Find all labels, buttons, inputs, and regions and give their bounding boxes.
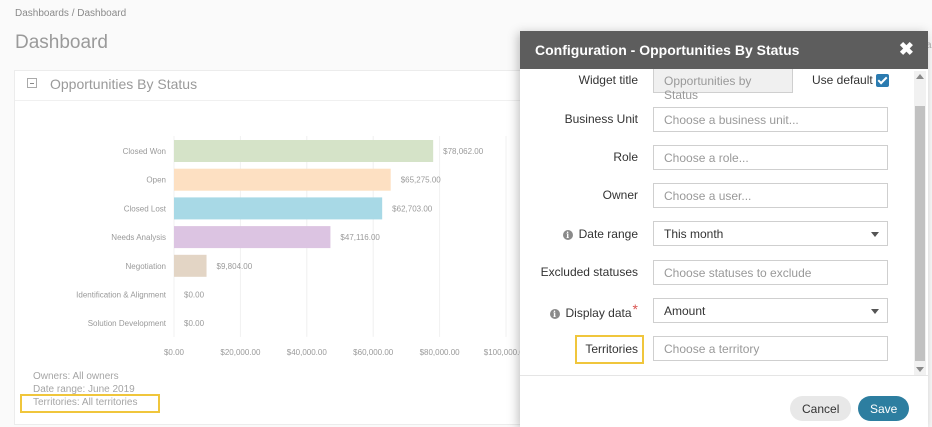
modal-body: Widget title Opportunities by Status Use… bbox=[520, 69, 928, 375]
display-data-label: Display data bbox=[565, 306, 632, 320]
info-icon[interactable]: i bbox=[562, 230, 573, 240]
date-range-label-row: i Date range bbox=[520, 227, 638, 241]
display-data-value: Amount bbox=[664, 304, 706, 318]
chevron-down-icon bbox=[871, 232, 879, 237]
excluded-statuses-select[interactable]: Choose statuses to exclude bbox=[653, 260, 888, 285]
excluded-statuses-label: Excluded statuses bbox=[540, 265, 638, 279]
chevron-down-icon bbox=[871, 309, 879, 314]
display-data-label-row: i Display data* bbox=[520, 301, 638, 320]
modal-footer: Cancel Save bbox=[520, 375, 928, 427]
info-icon[interactable]: i bbox=[549, 309, 560, 319]
business-unit-select[interactable]: Choose a business unit... bbox=[653, 107, 888, 132]
widget-header: Opportunities By Status bbox=[15, 71, 533, 101]
cancel-button[interactable]: Cancel bbox=[790, 396, 851, 421]
breadcrumb[interactable]: Dashboards / Dashboard bbox=[15, 8, 126, 19]
collapse-icon[interactable] bbox=[27, 78, 37, 88]
date-range-value: This month bbox=[664, 227, 724, 241]
role-label: Role bbox=[613, 150, 638, 164]
modal-header: Configuration - Opportunities By Status … bbox=[520, 31, 928, 69]
owner-label: Owner bbox=[602, 188, 638, 202]
owner-select[interactable]: Choose a user... bbox=[653, 183, 888, 208]
territories-footnote-highlight bbox=[20, 394, 160, 413]
business-unit-label: Business Unit bbox=[564, 112, 638, 126]
use-default-label: Use default bbox=[812, 73, 873, 87]
widget-title: Opportunities By Status bbox=[50, 76, 198, 92]
territories-label: Territories bbox=[585, 342, 638, 356]
required-marker: * bbox=[632, 301, 638, 317]
modal-scrollbar[interactable] bbox=[914, 71, 926, 375]
widget-title-input: Opportunities by Status bbox=[653, 69, 793, 102]
territories-select[interactable]: Choose a territory bbox=[653, 336, 888, 361]
date-range-label: Date range bbox=[578, 227, 638, 241]
display-data-select[interactable]: Amount bbox=[653, 298, 888, 323]
scroll-down-arrow-icon[interactable] bbox=[916, 367, 924, 372]
save-button[interactable]: Save bbox=[858, 396, 909, 421]
modal-title: Configuration - Opportunities By Status bbox=[535, 42, 800, 58]
close-icon[interactable]: ✖ bbox=[899, 39, 914, 60]
date-range-select[interactable]: This month bbox=[653, 221, 888, 246]
page-title: Dashboard bbox=[15, 32, 108, 53]
configuration-modal: Configuration - Opportunities By Status … bbox=[520, 31, 928, 427]
role-select[interactable]: Choose a role... bbox=[653, 145, 888, 170]
scroll-up-arrow-icon[interactable] bbox=[916, 74, 924, 79]
use-default-checkbox[interactable] bbox=[876, 74, 889, 87]
widget-title-label: Widget title bbox=[578, 73, 638, 87]
footnote-owners: Owners: All owners bbox=[33, 371, 119, 382]
scroll-thumb[interactable] bbox=[915, 106, 925, 361]
